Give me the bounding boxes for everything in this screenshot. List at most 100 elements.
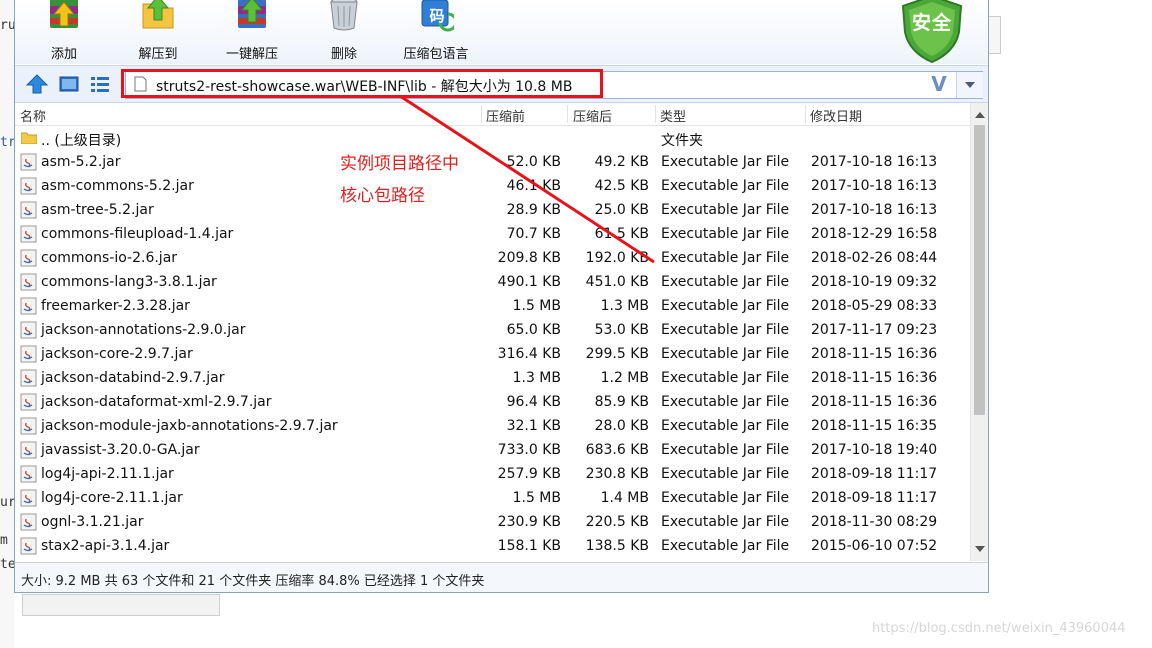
file-packed-size: 85.9 KB	[594, 394, 649, 410]
archive-language-button-label: 压缩包语言	[403, 47, 469, 62]
jar-file-icon	[20, 513, 37, 531]
file-packed-size: 683.6 KB	[585, 442, 649, 458]
path-dropdown-button[interactable]	[956, 72, 983, 98]
scroll-up-arrow-icon[interactable]	[971, 106, 988, 123]
file-packed-size: 1.2 MB	[600, 370, 649, 386]
file-type: Executable Jar File	[661, 394, 790, 410]
file-modified-date: 2018-11-15 16:35	[811, 418, 938, 434]
file-row[interactable]: ognl-3.1.21.jar 230.9 KB 220.5 KB Executabl…	[15, 510, 970, 534]
file-modified-date: 2017-10-18 16:13	[811, 154, 938, 170]
file-row[interactable]: commons-lang3-3.8.1.jar 490.1 KB 451.0 KB E…	[15, 270, 970, 294]
jar-file-icon	[20, 225, 37, 243]
file-name: log4j-api-2.11.1.jar	[41, 466, 174, 482]
file-row[interactable]: freemarker-2.3.28.jar 1.5 MB 1.3 MB Executa…	[15, 294, 970, 318]
jar-file-icon	[20, 273, 37, 291]
column-divider	[805, 105, 806, 123]
jar-file-icon	[20, 249, 37, 267]
file-modified-date: 2017-11-17 09:23	[811, 322, 938, 338]
column-type[interactable]: 类型	[660, 106, 686, 125]
jar-file-icon	[20, 153, 37, 171]
file-row[interactable]: javassist-3.20.0-GA.jar 733.0 KB 683.6 KB E…	[15, 438, 970, 462]
file-packed-size: 61.5 KB	[594, 226, 649, 242]
file-name: jackson-module-jaxb-annotations-2.9.7.ja…	[41, 418, 338, 434]
file-row[interactable]: log4j-core-2.11.1.jar 1.5 MB 1.4 MB Executa…	[15, 486, 970, 510]
file-row[interactable]: jackson-databind-2.9.7.jar 1.3 MB 1.2 MB Ex…	[15, 366, 970, 390]
file-size: 316.4 KB	[497, 346, 561, 362]
jar-file-icon	[20, 177, 37, 195]
file-modified-date: 2018-02-26 08:44	[811, 250, 938, 266]
file-row[interactable]: asm-5.2.jar 52.0 KB 49.2 KB Executable Jar …	[15, 150, 970, 174]
file-type: Executable Jar File	[661, 418, 790, 434]
up-arrow-icon[interactable]	[26, 74, 48, 94]
delete-button-label: 删除	[330, 47, 357, 62]
file-row[interactable]: jackson-dataformat-xml-2.9.7.jar 96.4 KB 8…	[15, 390, 970, 414]
scroll-thumb[interactable]	[974, 125, 985, 415]
file-name: log4j-core-2.11.1.jar	[41, 490, 183, 506]
file-modified-date: 2017-10-18 16:13	[811, 178, 938, 194]
one-click-extract-icon	[238, 0, 266, 28]
column-modified[interactable]: 修改日期	[810, 106, 862, 125]
file-type: Executable Jar File	[661, 538, 790, 554]
annotation-text-line2: 核心包路径	[340, 186, 425, 206]
status-bar: 大小: 9.2 MB 共 63 个文件和 21 个文件夹 压缩率 84.8% 已…	[15, 562, 988, 592]
list-view-icon[interactable]	[89, 74, 111, 94]
file-modified-date: 2018-12-29 16:58	[811, 226, 938, 242]
file-row[interactable]: stax2-api-3.1.4.jar 158.1 KB 138.5 KB Execu…	[15, 534, 970, 558]
file-modified-date: 2018-11-15 16:36	[811, 394, 938, 410]
path-verify-icon[interactable]: V	[926, 73, 952, 95]
thumbnail-view-icon[interactable]	[58, 74, 80, 94]
file-row[interactable]: commons-io-2.6.jar 209.8 KB 192.0 KB Execut…	[15, 246, 970, 270]
file-packed-size: 230.8 KB	[585, 466, 649, 482]
file-row[interactable]: jackson-module-jaxb-annotations-2.9.7.ja…	[15, 414, 970, 438]
add-button-label: 添加	[50, 47, 77, 62]
file-type: Executable Jar File	[661, 226, 790, 242]
column-packed-after[interactable]: 压缩后	[573, 106, 612, 125]
delete-button[interactable]: 删除	[299, 0, 389, 64]
file-type: Executable Jar File	[661, 370, 790, 386]
jar-file-icon	[20, 369, 37, 387]
file-row[interactable]: asm-tree-5.2.jar 28.9 KB 25.0 KB Executable…	[15, 198, 970, 222]
file-row[interactable]: commons-fileupload-1.4.jar 70.7 KB 61.5 KB…	[15, 222, 970, 246]
jar-file-icon	[20, 537, 37, 555]
parent-folder-row[interactable]: .. (上级目录) 文件夹	[15, 126, 970, 150]
file-type: 文件夹	[661, 133, 703, 149]
file-packed-size: 49.2 KB	[594, 154, 649, 170]
file-row[interactable]: jackson-annotations-2.9.0.jar 65.0 KB 53.0…	[15, 318, 970, 342]
file-packed-size: 1.3 MB	[600, 298, 649, 314]
file-list: .. (上级目录) 文件夹 asm-5.2.jar 52.0 KB 49.2 KB Exe…	[15, 126, 970, 560]
jar-file-icon	[20, 297, 37, 315]
column-name[interactable]: 名称	[20, 106, 46, 125]
file-size: 96.4 KB	[506, 394, 561, 410]
file-size: 70.7 KB	[506, 226, 561, 242]
jar-file-icon	[20, 321, 37, 339]
add-button[interactable]: 添加	[19, 0, 109, 64]
file-row[interactable]: asm-commons-5.2.jar 46.1 KB 42.5 KB Executa…	[15, 174, 970, 198]
file-modified-date: 2018-11-15 16:36	[811, 346, 938, 362]
archive-language-button[interactable]: 码 压缩包语言	[391, 0, 481, 64]
delete-trash-icon	[330, 0, 358, 31]
file-row[interactable]: log4j-api-2.11.1.jar 257.9 KB 230.8 KB Exec…	[15, 462, 970, 486]
jar-file-icon	[20, 345, 37, 363]
file-type: Executable Jar File	[661, 202, 790, 218]
file-size: 1.3 MB	[512, 370, 561, 386]
vertical-scrollbar[interactable]	[970, 103, 988, 561]
file-modified-date: 2018-09-18 11:17	[811, 490, 938, 506]
column-packed-before[interactable]: 压缩前	[486, 106, 525, 125]
one-click-extract-button[interactable]: 一键解压	[207, 0, 297, 64]
file-name: jackson-dataformat-xml-2.9.7.jar	[41, 394, 272, 410]
watermark: https://blog.csdn.net/weixin_43960044	[872, 621, 1126, 636]
file-size: 1.5 MB	[512, 298, 561, 314]
file-name: jackson-core-2.9.7.jar	[41, 346, 193, 362]
file-name: commons-lang3-3.8.1.jar	[41, 274, 217, 290]
file-type: Executable Jar File	[661, 298, 790, 314]
file-row[interactable]: jackson-core-2.9.7.jar 316.4 KB 299.5 KB Ex…	[15, 342, 970, 366]
security-badge[interactable]: 安全	[899, 0, 965, 64]
file-packed-size: 42.5 KB	[594, 178, 649, 194]
file-name: jackson-annotations-2.9.0.jar	[41, 322, 246, 338]
file-packed-size: 53.0 KB	[594, 322, 649, 338]
add-archive-icon	[50, 0, 78, 28]
file-size: 46.1 KB	[506, 178, 561, 194]
file-name: jackson-databind-2.9.7.jar	[41, 370, 225, 386]
extract-to-button[interactable]: 解压到	[113, 0, 203, 64]
scroll-down-arrow-icon[interactable]	[971, 541, 988, 558]
